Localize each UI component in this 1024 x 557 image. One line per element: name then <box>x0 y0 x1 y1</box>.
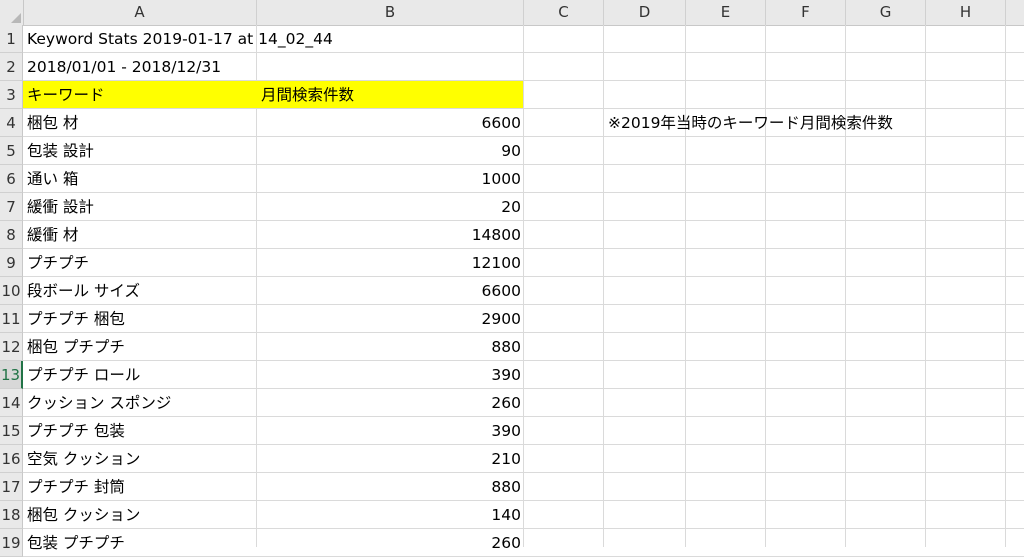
row-header-14[interactable]: 14 <box>0 389 23 417</box>
cell-monthly-value[interactable]: 20 <box>257 193 524 221</box>
row-header-9[interactable]: 9 <box>0 249 23 277</box>
column-header-e[interactable]: E <box>686 0 766 25</box>
select-all-icon <box>11 13 21 23</box>
row-header-12[interactable]: 12 <box>0 333 23 361</box>
column-header-f[interactable]: F <box>766 0 846 25</box>
column-gridline <box>685 25 686 547</box>
column-header-a[interactable]: A <box>23 0 257 25</box>
column-header-b[interactable]: B <box>257 0 524 25</box>
cell-monthly-value[interactable]: 140 <box>257 501 524 529</box>
cell-keyword[interactable]: プチプチ <box>23 249 257 277</box>
cell-keyword[interactable]: 通い 箱 <box>23 165 257 193</box>
cell-keyword[interactable]: 梱包 材 <box>23 109 257 137</box>
column-header-g[interactable]: G <box>846 0 926 25</box>
cell-monthly-value[interactable]: 14800 <box>257 221 524 249</box>
cell-keyword[interactable]: 緩衝 材 <box>23 221 257 249</box>
cell-monthly-value[interactable]: 390 <box>257 361 524 389</box>
row-header-7[interactable]: 7 <box>0 193 23 221</box>
cell-monthly-value[interactable]: 210 <box>257 445 524 473</box>
column-gridline <box>925 25 926 547</box>
cell-keyword[interactable]: 包装 設計 <box>23 137 257 165</box>
cell-a2-date-range[interactable]: 2018/01/01 - 2018/12/31 <box>23 53 524 81</box>
select-all-corner[interactable] <box>0 0 24 25</box>
cell-monthly-value[interactable]: 880 <box>257 333 524 361</box>
row-header-1[interactable]: 1 <box>0 25 23 53</box>
cell-keyword[interactable]: 緩衝 設計 <box>23 193 257 221</box>
cell-keyword[interactable]: クッション スポンジ <box>23 389 257 417</box>
cell-monthly-value[interactable]: 880 <box>257 473 524 501</box>
column-gridline <box>1005 25 1006 547</box>
row-header-15[interactable]: 15 <box>0 417 23 445</box>
column-gridline <box>845 25 846 547</box>
row-header-8[interactable]: 8 <box>0 221 23 249</box>
row-header-18[interactable]: 18 <box>0 501 23 529</box>
column-gridline <box>765 25 766 547</box>
row-header-4[interactable]: 4 <box>0 109 23 137</box>
cell-a1-title[interactable]: Keyword Stats 2019-01-17 at 14_02_44 <box>23 25 524 53</box>
column-header-h[interactable]: H <box>926 0 1006 25</box>
row-header-13[interactable]: 13 <box>0 361 23 389</box>
cell-keyword[interactable]: プチプチ 梱包 <box>23 305 257 333</box>
cell-monthly-value[interactable]: 260 <box>257 389 524 417</box>
column-header-d[interactable]: D <box>604 0 686 25</box>
cell-keyword[interactable]: 包装 プチプチ <box>23 529 257 557</box>
cell-monthly-value[interactable]: 260 <box>257 529 524 557</box>
cell-a3-keyword-header[interactable]: キーワード <box>23 81 257 109</box>
cell-b3-monthly-header[interactable]: 月間検索件数 <box>257 81 524 109</box>
row-header-3[interactable]: 3 <box>0 81 23 109</box>
cell-monthly-value[interactable]: 1000 <box>257 165 524 193</box>
row-header-5[interactable]: 5 <box>0 137 23 165</box>
row-header-19[interactable]: 19 <box>0 529 23 557</box>
cell-keyword[interactable]: プチプチ ロール <box>23 361 257 389</box>
row-header-17[interactable]: 17 <box>0 473 23 501</box>
row-header-10[interactable]: 10 <box>0 277 23 305</box>
cell-monthly-value[interactable]: 2900 <box>257 305 524 333</box>
row-header-2[interactable]: 2 <box>0 53 23 81</box>
cell-monthly-value[interactable]: 6600 <box>257 109 524 137</box>
spreadsheet: ABCDEFGH 1 2 3 4 5 6 7 8 9 10 11 12 13 14 15 16 17 18 19 K… <box>0 0 1024 557</box>
row-header-16[interactable]: 16 <box>0 445 23 473</box>
column-header-c[interactable]: C <box>524 0 604 25</box>
cell-keyword[interactable]: 空気 クッション <box>23 445 257 473</box>
cell-keyword[interactable]: 梱包 プチプチ <box>23 333 257 361</box>
cell-monthly-value[interactable]: 390 <box>257 417 524 445</box>
cell-d4-note[interactable]: ※2019年当時のキーワード月間検索件数 <box>604 109 1006 137</box>
cell-monthly-value[interactable]: 90 <box>257 137 524 165</box>
row-header-6[interactable]: 6 <box>0 165 23 193</box>
cell-keyword[interactable]: 梱包 クッション <box>23 501 257 529</box>
cell-monthly-value[interactable]: 6600 <box>257 277 524 305</box>
row-header-11[interactable]: 11 <box>0 305 23 333</box>
cell-keyword[interactable]: プチプチ 包装 <box>23 417 257 445</box>
cell-keyword[interactable]: 段ボール サイズ <box>23 277 257 305</box>
cell-monthly-value[interactable]: 12100 <box>257 249 524 277</box>
cell-keyword[interactable]: プチプチ 封筒 <box>23 473 257 501</box>
column-gridline <box>603 25 604 547</box>
